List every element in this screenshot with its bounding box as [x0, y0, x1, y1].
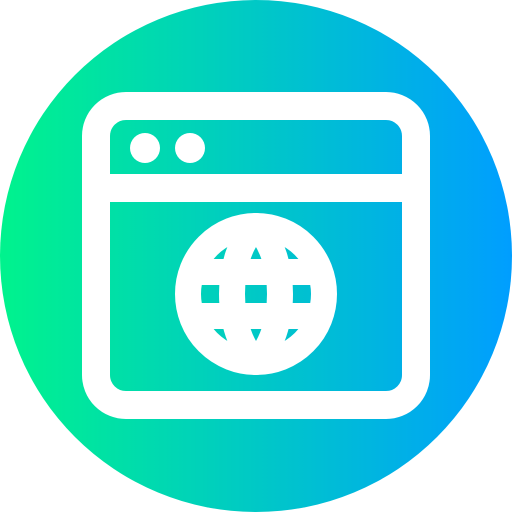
- background-circle: [0, 0, 512, 512]
- window-dot-icon: [130, 133, 160, 163]
- icon-canvas: [0, 0, 512, 512]
- window-dot-icon: [175, 133, 205, 163]
- web-browser-globe-icon: [0, 0, 512, 512]
